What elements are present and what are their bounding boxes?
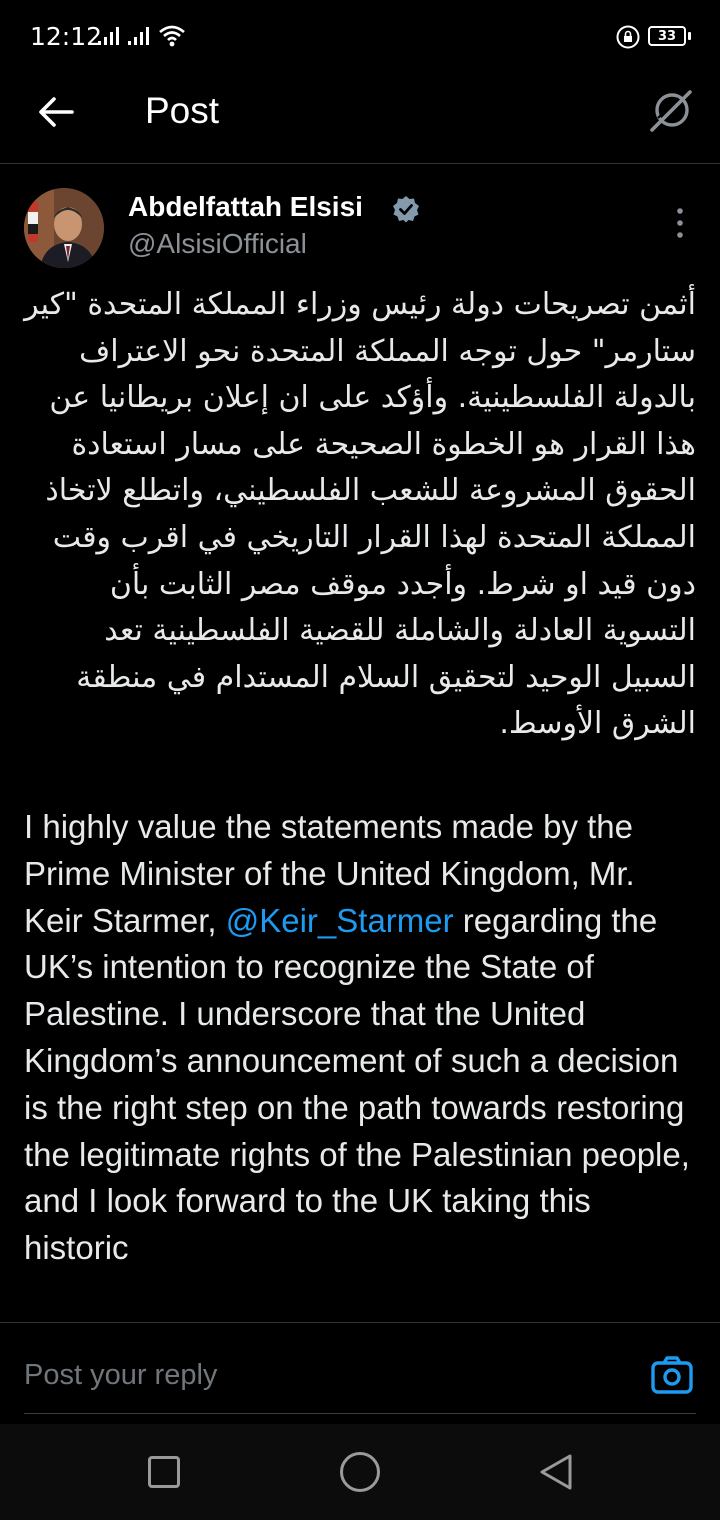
battery-tip bbox=[688, 32, 691, 40]
grok-icon[interactable] bbox=[648, 88, 694, 134]
post-text-english: I highly value the statements made by th… bbox=[24, 804, 696, 1272]
post-text-part: regarding the UK’s intention to recogniz… bbox=[24, 901, 690, 1267]
recents-icon[interactable] bbox=[148, 1456, 180, 1488]
home-icon[interactable] bbox=[340, 1452, 380, 1492]
post-text-arabic: أثمن تصريحات دولة رئيس وزراء المملكة الم… bbox=[24, 287, 696, 742]
page-title: Post bbox=[145, 90, 220, 131]
reply-underline bbox=[24, 1413, 696, 1414]
avatar-image bbox=[24, 188, 104, 268]
battery-level: 33 bbox=[657, 28, 677, 44]
signal-icon bbox=[98, 27, 119, 45]
more-options-icon[interactable] bbox=[672, 206, 688, 240]
back-arrow-icon[interactable] bbox=[36, 92, 76, 132]
mention-link[interactable]: @Keir_Starmer bbox=[226, 902, 454, 939]
avatar[interactable] bbox=[24, 188, 104, 268]
author-name[interactable]: Abdelfattah Elsisi bbox=[128, 191, 363, 223]
status-bar: 12:12 33 bbox=[0, 0, 720, 74]
reply-bar: Post your reply bbox=[0, 1322, 720, 1424]
camera-icon[interactable] bbox=[650, 1355, 694, 1395]
screen-lock-icon bbox=[616, 25, 640, 49]
top-header: Post bbox=[0, 74, 720, 164]
system-nav-bar bbox=[0, 1424, 720, 1520]
nav-back-icon[interactable] bbox=[538, 1452, 574, 1492]
signal-icon-2 bbox=[128, 27, 149, 45]
wifi-icon bbox=[159, 25, 185, 47]
verified-badge-icon[interactable] bbox=[392, 195, 420, 223]
author-handle[interactable]: @AlsisiOfficial bbox=[128, 228, 307, 260]
battery-icon: 33 bbox=[648, 26, 686, 46]
reply-input[interactable]: Post your reply bbox=[24, 1359, 217, 1392]
status-time: 12:12 bbox=[30, 22, 103, 51]
